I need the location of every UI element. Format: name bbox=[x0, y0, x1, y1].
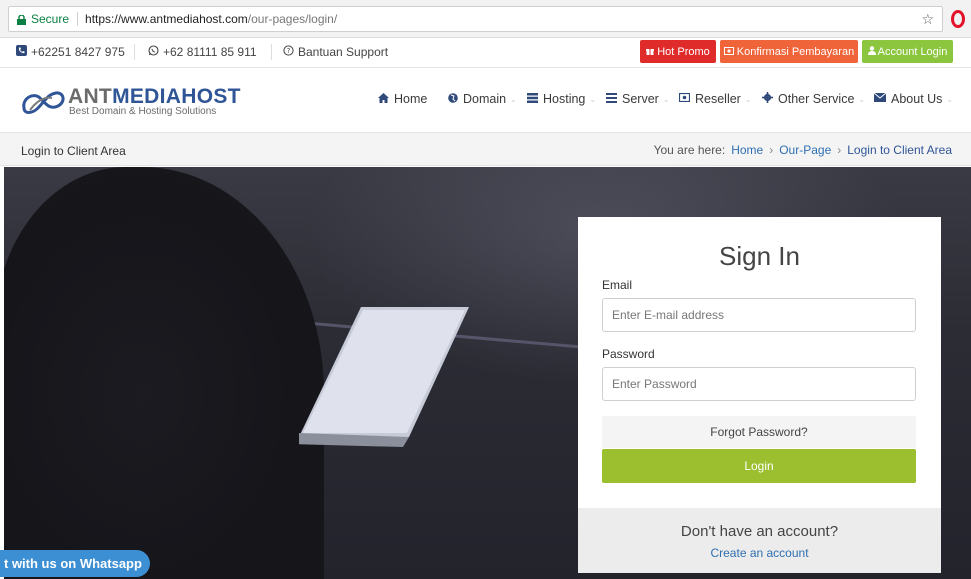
list-icon bbox=[606, 92, 617, 106]
breadcrumb-prefix: You are here: bbox=[653, 143, 726, 157]
login-button[interactable]: Login bbox=[602, 449, 916, 483]
logo-name-part2: MEDIAHOST bbox=[112, 85, 241, 108]
url-path: /our-pages/login/ bbox=[247, 12, 338, 26]
envelope-icon bbox=[873, 92, 887, 105]
support-label: Bantuan Support bbox=[298, 45, 389, 59]
nav-item-server[interactable]: Server ⌄ bbox=[606, 92, 670, 106]
breadcrumb-bar: Login to Client Area You are here: Home … bbox=[0, 132, 971, 166]
secure-label: Secure bbox=[31, 12, 70, 26]
nav-item-label: Reseller bbox=[695, 92, 741, 106]
chevron-down-icon: ⌄ bbox=[589, 94, 597, 104]
url-separator bbox=[77, 12, 79, 26]
nav-item-label: Domain bbox=[463, 92, 507, 106]
person-silhouette bbox=[4, 167, 324, 579]
browser-address-bar: Secure https://www.antmediahost.com/our-… bbox=[0, 0, 971, 38]
chevron-down-icon: ⌄ bbox=[744, 94, 752, 104]
lock-icon bbox=[17, 14, 26, 25]
chevron-down-icon: ⌄ bbox=[510, 94, 517, 104]
nav-item-label: Server bbox=[622, 92, 659, 106]
chevron-down-icon: ⌄ bbox=[946, 94, 954, 104]
signin-title: Sign In bbox=[719, 241, 800, 271]
nav-item-label: Home bbox=[394, 92, 428, 106]
page-title: Login to Client Area bbox=[21, 144, 126, 158]
email-field[interactable] bbox=[602, 298, 916, 332]
whatsapp-contact[interactable]: +62 81111 85 911 bbox=[148, 45, 257, 59]
nav-item-label: Other Service bbox=[778, 92, 855, 106]
server-stack-icon bbox=[527, 92, 538, 106]
chevron-down-icon: ⌄ bbox=[662, 94, 670, 104]
konfirmasi-pembayaran-button[interactable]: Konfirmasi Pembayaran bbox=[720, 40, 858, 63]
nav-item-reseller[interactable]: Reseller ⌄ bbox=[678, 92, 752, 106]
url-host: https://www.antmediahost.com bbox=[85, 12, 248, 26]
bookmark-star-icon[interactable]: ☆ bbox=[921, 11, 934, 28]
account-login-button[interactable]: Account Login bbox=[862, 40, 953, 63]
nav-item-home[interactable]: Home bbox=[378, 92, 427, 106]
chevron-down-icon: ⌄ bbox=[858, 94, 866, 104]
laptop-illustration bbox=[299, 307, 469, 447]
svg-text:?: ? bbox=[287, 47, 291, 55]
nav-item-hosting[interactable]: Hosting ⌄ bbox=[527, 92, 596, 106]
phone-contact[interactable]: +62251 8427 975 bbox=[16, 45, 125, 59]
url-box[interactable]: Secure https://www.antmediahost.com/our-… bbox=[8, 6, 943, 32]
whatsapp-icon bbox=[148, 45, 159, 59]
signin-card: Sign In Email Password Forgot Password? … bbox=[578, 217, 941, 573]
main-nav: ANTMEDIAHOST Best Domain & Hosting Solut… bbox=[0, 68, 971, 132]
help-icon: ? bbox=[283, 45, 294, 59]
globe-icon bbox=[448, 92, 458, 106]
whatsapp-chat-button[interactable]: t with us on Whatsapp bbox=[0, 550, 150, 577]
create-account-link[interactable]: Create an account bbox=[578, 546, 941, 560]
chevron-right-icon: › bbox=[769, 143, 774, 157]
hot-promo-button[interactable]: Hot Promo bbox=[640, 40, 716, 63]
konfirmasi-label: Konfirmasi Pembayaran bbox=[736, 45, 855, 58]
chevron-right-icon: › bbox=[837, 143, 842, 157]
nav-item-other-service[interactable]: Other Service ⌄ bbox=[762, 92, 865, 106]
nav-item-label: Hosting bbox=[543, 92, 586, 106]
breadcrumb: You are here: Home › Our-Page › Login to… bbox=[654, 143, 952, 157]
opera-icon[interactable] bbox=[951, 10, 965, 28]
phone-number: +62251 8427 975 bbox=[31, 45, 125, 59]
card-icon bbox=[678, 92, 691, 105]
nav-item-label: About Us bbox=[891, 92, 943, 106]
gift-icon bbox=[646, 46, 655, 58]
logo-mark-icon bbox=[22, 91, 65, 114]
nav-item-about-us[interactable]: About Us ⌄ bbox=[873, 92, 954, 106]
email-label: Email bbox=[602, 278, 633, 292]
phone-icon bbox=[16, 45, 27, 59]
nav-item-domain[interactable]: Domain ⌄ bbox=[448, 92, 517, 106]
account-login-label: Account Login bbox=[877, 45, 948, 58]
logo-tagline: Best Domain & Hosting Solutions bbox=[69, 106, 217, 117]
whatsapp-number: +62 81111 85 911 bbox=[163, 45, 257, 59]
logo-name-part1: ANT bbox=[68, 85, 113, 108]
breadcrumb-current: Login to Client Area bbox=[847, 143, 952, 157]
password-label: Password bbox=[602, 347, 655, 361]
home-icon bbox=[378, 92, 389, 106]
user-icon bbox=[867, 45, 876, 58]
url-text[interactable]: https://www.antmediahost.com/our-pages/l… bbox=[85, 12, 337, 26]
breadcrumb-our-page-link[interactable]: Our-Page bbox=[779, 143, 831, 157]
divider bbox=[134, 44, 135, 60]
payment-icon bbox=[723, 46, 734, 58]
divider bbox=[271, 44, 272, 60]
breadcrumb-home-link[interactable]: Home bbox=[731, 143, 763, 157]
gear-icon bbox=[762, 92, 773, 106]
no-account-text: Don't have an account? bbox=[680, 523, 839, 540]
support-link[interactable]: ? Bantuan Support bbox=[283, 45, 388, 59]
password-field[interactable] bbox=[602, 367, 916, 401]
forgot-password-link[interactable]: Forgot Password? bbox=[602, 416, 916, 448]
hot-promo-label: Hot Promo bbox=[657, 45, 710, 58]
site-logo[interactable]: ANTMEDIAHOST Best Domain & Hosting Solut… bbox=[20, 85, 241, 118]
top-contact-bar: +62251 8427 975 +62 81111 85 911 ? Bantu… bbox=[0, 38, 971, 68]
signup-footer: Don't have an account? Create an account bbox=[578, 508, 941, 573]
